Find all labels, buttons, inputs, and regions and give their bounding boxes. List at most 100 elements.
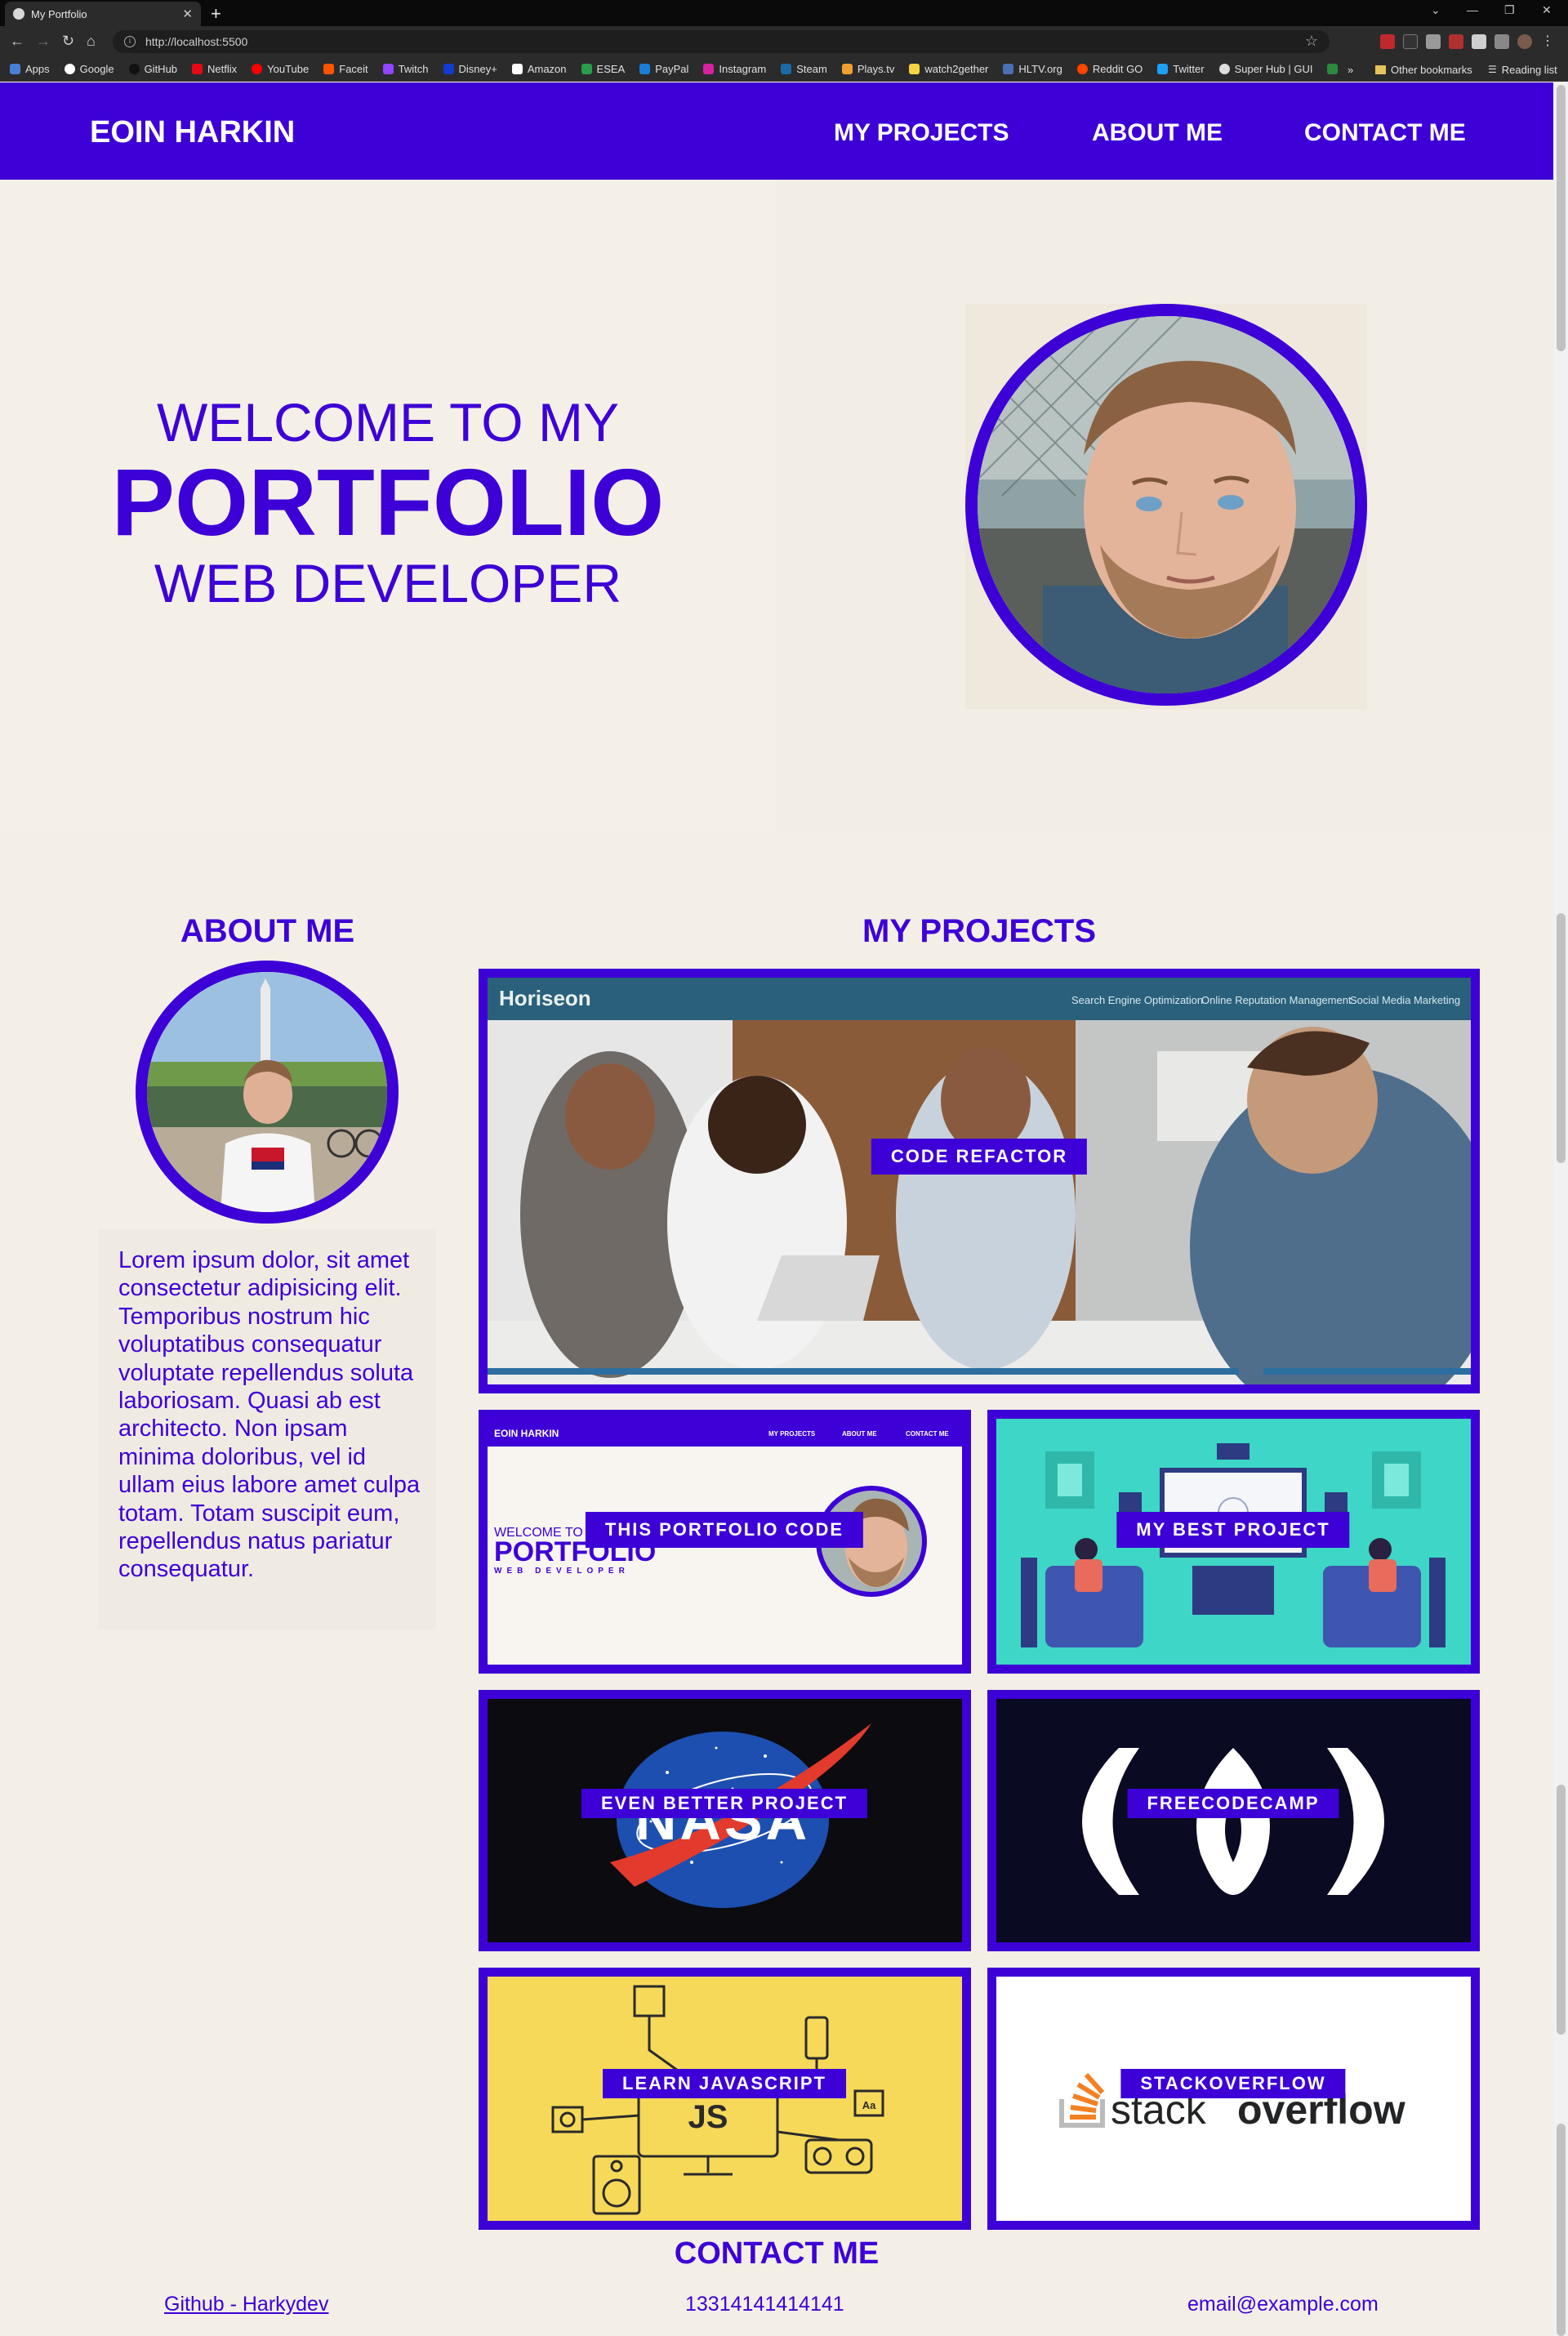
instagram-icon — [703, 64, 715, 74]
bookmark-item[interactable]: Reddit GO — [1076, 63, 1143, 75]
github-link[interactable]: Github - Harkydev — [164, 2293, 328, 2316]
browser-tab[interactable]: My Portfolio ✕ — [5, 2, 201, 26]
thumb-nav-3: CONTACT ME — [906, 1430, 949, 1438]
bookmarks-overflow-chevron[interactable]: » — [1348, 57, 1353, 82]
bookmark-item[interactable]: GitHub — [128, 63, 177, 75]
restore-icon[interactable]: ❐ — [1504, 3, 1515, 17]
extension-bookmark-icon — [1327, 64, 1339, 74]
about-title: ABOUT ME — [180, 913, 355, 949]
horiseon-nav-3: Social Media Marketing — [1350, 994, 1460, 1006]
nav-about-me[interactable]: ABOUT ME — [1092, 119, 1223, 147]
hero-portfolio: PORTFOLIO — [111, 449, 665, 555]
extension-icon[interactable] — [1426, 34, 1441, 49]
browser-tab-bar: My Portfolio ✕ + ⌄ — ❐ ✕ — [0, 0, 1568, 26]
close-tab-icon[interactable]: ✕ — [182, 7, 193, 21]
address-bar-row: ← → ↻ ⌂ i http://localhost:5500 ☆ ⋮ — [0, 26, 1568, 57]
scrollbar-thumb[interactable] — [1557, 2124, 1566, 2336]
forward-icon[interactable]: → — [36, 33, 51, 50]
globe-icon — [1218, 64, 1230, 74]
new-tab-icon[interactable]: + — [211, 3, 221, 25]
thumb-nav-1: MY PROJECTS — [768, 1430, 816, 1438]
back-icon[interactable]: ← — [10, 33, 24, 50]
bookmark-item[interactable]: YouTube — [252, 63, 309, 75]
paypal-icon — [639, 64, 651, 74]
faceit-icon — [323, 64, 335, 74]
scrollbar-thumb[interactable] — [1557, 913, 1566, 1163]
hero-role: WEB DEVELOPER — [154, 553, 622, 613]
tab-title: My Portfolio — [31, 7, 87, 20]
bookmark-item[interactable]: ESEA — [581, 63, 625, 75]
project-label-portfolio[interactable]: THIS PORTFOLIO CODE — [585, 1512, 864, 1548]
reading-list[interactable]: ☰ Reading list — [1488, 57, 1557, 82]
extension-icon[interactable] — [1403, 34, 1418, 49]
project-card-javascript[interactable]: JS Aa — [479, 1968, 971, 2230]
project-label-even-better[interactable]: EVEN BETTER PROJECT — [581, 1789, 868, 1818]
nav-my-projects[interactable]: MY PROJECTS — [834, 119, 1009, 147]
profile-avatar-icon[interactable] — [1517, 34, 1532, 49]
bookmark-item[interactable]: Twitch — [382, 63, 429, 75]
disney-icon — [443, 64, 454, 74]
hltv-icon — [1003, 64, 1014, 74]
project-card-freecodecamp[interactable] — [987, 1690, 1480, 1951]
bookmark-item[interactable]: PayPal — [639, 63, 688, 75]
bookmark-item[interactable]: HLTV.org — [1003, 63, 1062, 75]
bookmark-item[interactable]: Apps — [10, 63, 50, 75]
bookmark-item[interactable]: Disney+ — [443, 63, 497, 75]
project-label-freecodecamp[interactable]: FREECODECAMP — [1127, 1789, 1339, 1818]
bookmark-item[interactable]: Amazon — [511, 63, 567, 75]
project-label-javascript[interactable]: LEARN JAVASCRIPT — [603, 2069, 846, 2098]
adblock-icon[interactable] — [1380, 34, 1395, 49]
esea-icon — [581, 64, 592, 74]
bookmark-star-icon[interactable]: ☆ — [1305, 33, 1318, 50]
extension-icon[interactable] — [1449, 34, 1463, 49]
window-close-icon[interactable]: ✕ — [1542, 3, 1552, 17]
bookmark-item[interactable]: Faceit — [323, 63, 368, 75]
tab-search-icon[interactable]: ⌄ — [1431, 3, 1441, 17]
hero-welcome: WELCOME TO MY — [157, 392, 619, 452]
menu-dots-icon[interactable]: ⋮ — [1540, 34, 1555, 49]
bookmark-item[interactable]: Instagram — [703, 63, 766, 75]
bookmark-item[interactable]: Netflix — [192, 63, 237, 75]
project-card-code-refactor[interactable]: Horiseon Search Engine Optimization Onli… — [479, 969, 1480, 1393]
horiseon-brand: Horiseon — [499, 986, 591, 1010]
amazon-icon — [511, 64, 523, 74]
projects-title: MY PROJECTS — [862, 913, 1096, 949]
home-icon[interactable]: ⌂ — [87, 33, 96, 50]
playstv-icon — [841, 64, 853, 74]
nav-contact-me[interactable]: CONTACT ME — [1304, 119, 1466, 147]
twitter-icon — [1157, 64, 1169, 74]
url-field[interactable]: i http://localhost:5500 ☆ — [113, 30, 1330, 53]
about-text: Lorem ipsum dolor, sit amet consectetur … — [118, 1247, 421, 1583]
project-label-stackoverflow[interactable]: STACKOVERFLOW — [1120, 2069, 1346, 2098]
minimize-icon[interactable]: — — [1467, 3, 1478, 16]
project-label-code-refactor[interactable]: CODE REFACTOR — [871, 1139, 1088, 1175]
project-card-stackoverflow[interactable]: stack overflow — [987, 1968, 1480, 2230]
extension-icon[interactable] — [1472, 34, 1486, 49]
bookmark-item[interactable] — [1327, 64, 1339, 74]
bookmark-item[interactable]: Plays.tv — [841, 63, 894, 75]
email-address[interactable]: email@example.com — [1187, 2293, 1379, 2316]
thumb-brand: EOIN HARKIN — [494, 1428, 559, 1439]
project-card-even-better[interactable]: NASA — [479, 1690, 971, 1951]
bookmark-item[interactable]: Twitter — [1157, 63, 1205, 75]
scrollbar-thumb[interactable] — [1557, 85, 1566, 351]
thumb-line3: WEB DEVELOPER — [494, 1567, 630, 1576]
horiseon-nav-1: Search Engine Optimization — [1071, 994, 1203, 1006]
github-icon — [128, 64, 140, 74]
bookmark-item[interactable]: watch2gether — [909, 63, 988, 75]
bookmark-item[interactable]: Google — [64, 63, 114, 75]
puzzle-icon[interactable] — [1494, 34, 1509, 49]
bookmark-item[interactable]: Super Hub | GUI — [1218, 63, 1312, 75]
project-label-best[interactable]: MY BEST PROJECT — [1116, 1512, 1350, 1548]
scrollbar-thumb[interactable] — [1557, 1785, 1566, 2035]
about-image — [147, 972, 387, 1212]
extensions-bar: ⋮ — [1380, 34, 1555, 49]
reload-icon[interactable]: ↻ — [62, 33, 74, 50]
bookmark-item[interactable]: Steam — [781, 63, 827, 75]
apps-icon — [10, 64, 20, 74]
info-icon[interactable]: i — [124, 36, 136, 47]
bookmarks-bar: Apps Google GitHub Netflix YouTube Facei… — [0, 57, 1568, 82]
other-bookmarks[interactable]: Other bookmarks — [1375, 57, 1472, 82]
brand-name[interactable]: EOIN HARKIN — [90, 115, 295, 150]
thumb-nav-2: ABOUT ME — [842, 1430, 877, 1438]
